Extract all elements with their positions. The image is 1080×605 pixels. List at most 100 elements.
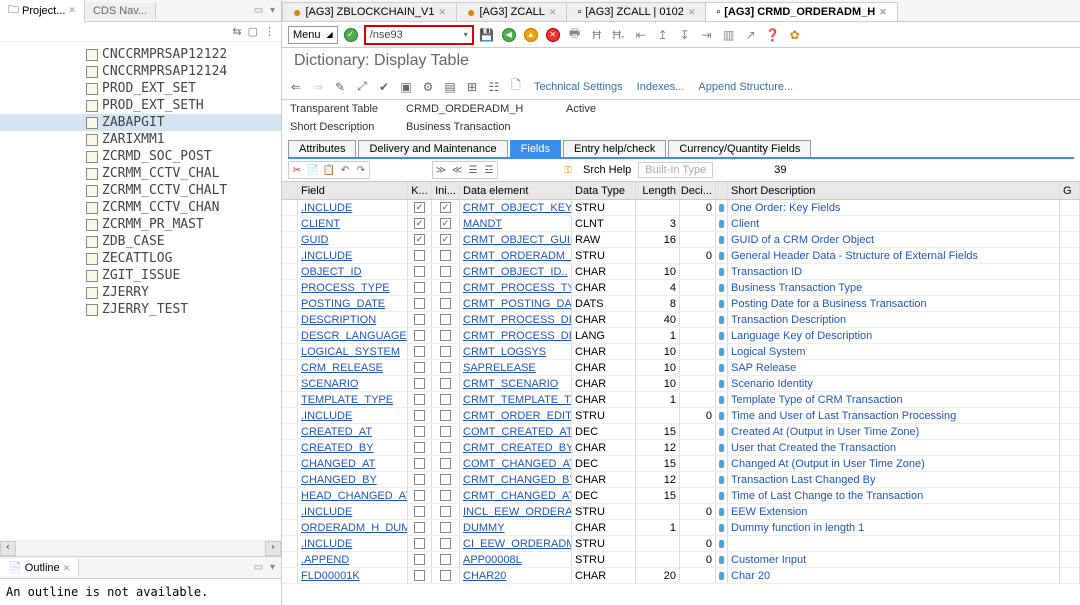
dict-tab[interactable]: Delivery and Maintenance <box>358 140 507 157</box>
field-link[interactable]: POSTING_DATE <box>301 298 385 310</box>
init-checkbox[interactable] <box>440 506 451 517</box>
field-link[interactable]: .INCLUDE <box>301 506 352 518</box>
tab-cds-navigator[interactable]: CDS Nav... <box>85 3 156 19</box>
last-page-icon[interactable]: ⇥ <box>698 26 716 44</box>
table-row[interactable]: CREATED_BYCRMT_CREATED_BY..CHAR12User th… <box>282 440 1080 456</box>
find-icon[interactable]: Ħ <box>588 26 606 44</box>
key-checkbox[interactable] <box>414 522 425 533</box>
close-icon[interactable]: ✕ <box>549 7 557 18</box>
find-next-icon[interactable]: Ħ˖ <box>610 26 628 44</box>
dataelement-link[interactable]: CHAR20 <box>463 570 506 582</box>
field-link[interactable]: GUID <box>301 234 329 246</box>
display-change-icon[interactable]: ✎ <box>332 79 348 95</box>
dict-tab[interactable]: Attributes <box>288 140 356 157</box>
field-link[interactable]: HEAD_CHANGED_AT <box>301 490 408 502</box>
help-icon[interactable]: ❓ <box>764 26 782 44</box>
tab-outline[interactable]: 📄 Outline ✕ <box>0 559 79 576</box>
key-checkbox[interactable] <box>414 490 425 501</box>
col-length[interactable]: Length <box>636 182 680 199</box>
close-icon[interactable]: ✕ <box>879 7 887 18</box>
key-icon[interactable]: ⚿ <box>560 162 576 178</box>
init-checkbox[interactable]: ✓ <box>440 234 451 245</box>
init-checkbox[interactable] <box>440 378 451 389</box>
tree-item[interactable]: ZCRMM_CCTV_CHALT <box>0 182 281 199</box>
paste-icon[interactable]: 📋 <box>321 162 337 178</box>
table-row[interactable]: DESCR_LANGUAGECRMT_PROCESS_DE..LANG1Lang… <box>282 328 1080 344</box>
init-checkbox[interactable] <box>440 458 451 469</box>
field-link[interactable]: CHANGED_AT <box>301 458 375 470</box>
init-checkbox[interactable] <box>440 554 451 565</box>
next-page-icon[interactable]: ↧ <box>676 26 694 44</box>
field-link[interactable]: SCENARIO <box>301 378 358 390</box>
init-checkbox[interactable] <box>440 474 451 485</box>
field-link[interactable]: LOGICAL_SYSTEM <box>301 346 400 358</box>
table-row[interactable]: CHANGED_ATCOMT_CHANGED_AT..DEC15Changed … <box>282 456 1080 472</box>
graphic-icon[interactable]: ⊞ <box>464 79 480 95</box>
tree-item[interactable]: ZCRMM_CCTV_CHAN <box>0 199 281 216</box>
shortcut-icon[interactable]: ↗ <box>742 26 760 44</box>
key-checkbox[interactable] <box>414 330 425 341</box>
field-link[interactable]: CREATED_BY <box>301 442 374 454</box>
dataelement-link[interactable]: CRMT_OBJECT_ID.. <box>463 266 568 278</box>
dictionary-tabs[interactable]: AttributesDelivery and MaintenanceFields… <box>288 140 1074 159</box>
project-tree[interactable]: CNCCRMPRSAP12122CNCCRMPRSAP12124PROD_EXT… <box>0 42 281 540</box>
field-link[interactable]: DESCR_LANGUAGE <box>301 330 407 342</box>
init-checkbox[interactable] <box>440 250 451 261</box>
tree-item[interactable]: ZDB_CASE <box>0 233 281 250</box>
editor-tab[interactable]: ▫ [AG3] CRMD_ORDERADM_H ✕ <box>705 2 897 21</box>
table-row[interactable]: .INCLUDECI_EEW_ORDERADM..STRU0 <box>282 536 1080 552</box>
field-link[interactable]: OBJECT_ID <box>301 266 362 278</box>
delete-row-icon[interactable]: ☲ <box>481 162 497 178</box>
first-page-icon[interactable]: ⇤ <box>632 26 650 44</box>
dataelement-link[interactable]: CRMT_SCENARIO <box>463 378 558 390</box>
expand-icon[interactable]: ≫ <box>433 162 449 178</box>
field-link[interactable]: CHANGED_BY <box>301 474 377 486</box>
dataelement-link[interactable]: MANDT <box>463 218 502 230</box>
table-row[interactable]: SCENARIOCRMT_SCENARIOCHAR10Scenario Iden… <box>282 376 1080 392</box>
dataelement-link[interactable]: CRMT_LOGSYS <box>463 346 546 358</box>
init-checkbox[interactable]: ✓ <box>440 218 451 229</box>
key-checkbox[interactable] <box>414 250 425 261</box>
table-row[interactable]: HEAD_CHANGED_ATCRMT_CHANGED_AT..DEC15Tim… <box>282 488 1080 504</box>
col-datatype[interactable]: Data Type <box>572 182 636 199</box>
tree-item[interactable]: ZECATTLOG <box>0 250 281 267</box>
init-checkbox[interactable] <box>440 410 451 421</box>
append-structure-button[interactable]: Append Structure... <box>694 81 797 93</box>
key-checkbox[interactable] <box>414 410 425 421</box>
exit-icon[interactable]: ▲ <box>522 26 540 44</box>
init-checkbox[interactable] <box>440 490 451 501</box>
init-checkbox[interactable] <box>440 346 451 357</box>
editor-tab[interactable]: ▫ [AG3] ZCALL | 0102 ✕ <box>566 2 706 21</box>
key-checkbox[interactable] <box>414 426 425 437</box>
cut-icon[interactable]: ✂ <box>289 162 305 178</box>
dataelement-link[interactable]: COMT_CREATED_AT.. <box>463 426 572 438</box>
key-checkbox[interactable] <box>414 570 425 581</box>
where-used-icon[interactable]: ⚙ <box>420 79 436 95</box>
dict-tab[interactable]: Fields <box>510 140 561 157</box>
new-session-icon[interactable]: ▥ <box>720 26 738 44</box>
table-row[interactable]: CRM_RELEASESAPRELEASECHAR10SAP Release <box>282 360 1080 376</box>
dataelement-link[interactable]: CRMT_OBJECT_KEY <box>463 202 572 214</box>
tree-item[interactable]: ZGIT_ISSUE <box>0 267 281 284</box>
table-row[interactable]: POSTING_DATECRMT_POSTING_DA..DATS8Postin… <box>282 296 1080 312</box>
key-checkbox[interactable] <box>414 298 425 309</box>
tree-item[interactable]: ZCRMM_PR_MAST <box>0 216 281 233</box>
collapse-icon[interactable]: ≪ <box>449 162 465 178</box>
init-checkbox[interactable]: ✓ <box>440 202 451 213</box>
table-row[interactable]: .APPENDAPP00008LSTRU0Customer Input <box>282 552 1080 568</box>
table-row[interactable]: PROCESS_TYPECRMT_PROCESS_TY..CHAR4Busine… <box>282 280 1080 296</box>
tree-item[interactable]: PROD_EXT_SET <box>0 80 281 97</box>
hierarchy-icon[interactable]: ☷ <box>486 79 502 95</box>
init-checkbox[interactable] <box>440 282 451 293</box>
dataelement-link[interactable]: CRMT_ORDERADM_H.. <box>463 250 572 262</box>
init-checkbox[interactable] <box>440 314 451 325</box>
ok-icon[interactable]: ✓ <box>342 26 360 44</box>
tree-item[interactable]: PROD_EXT_SETH <box>0 97 281 114</box>
settings-icon[interactable]: ✿ <box>786 26 804 44</box>
dataelement-link[interactable]: CRMT_PROCESS_TY.. <box>463 282 572 294</box>
table-row[interactable]: CLIENT✓✓MANDTCLNT3Client <box>282 216 1080 232</box>
table-row[interactable]: FLD00001KCHAR20CHAR20Char 20 <box>282 568 1080 584</box>
editor-tabs[interactable]: ● [AG3] ZBLOCKCHAIN_V1 ✕● [AG3] ZCALL ✕▫… <box>282 0 1080 22</box>
col-dataelement[interactable]: Data element <box>460 182 572 199</box>
builtin-type-button[interactable]: Built-In Type <box>638 162 713 178</box>
